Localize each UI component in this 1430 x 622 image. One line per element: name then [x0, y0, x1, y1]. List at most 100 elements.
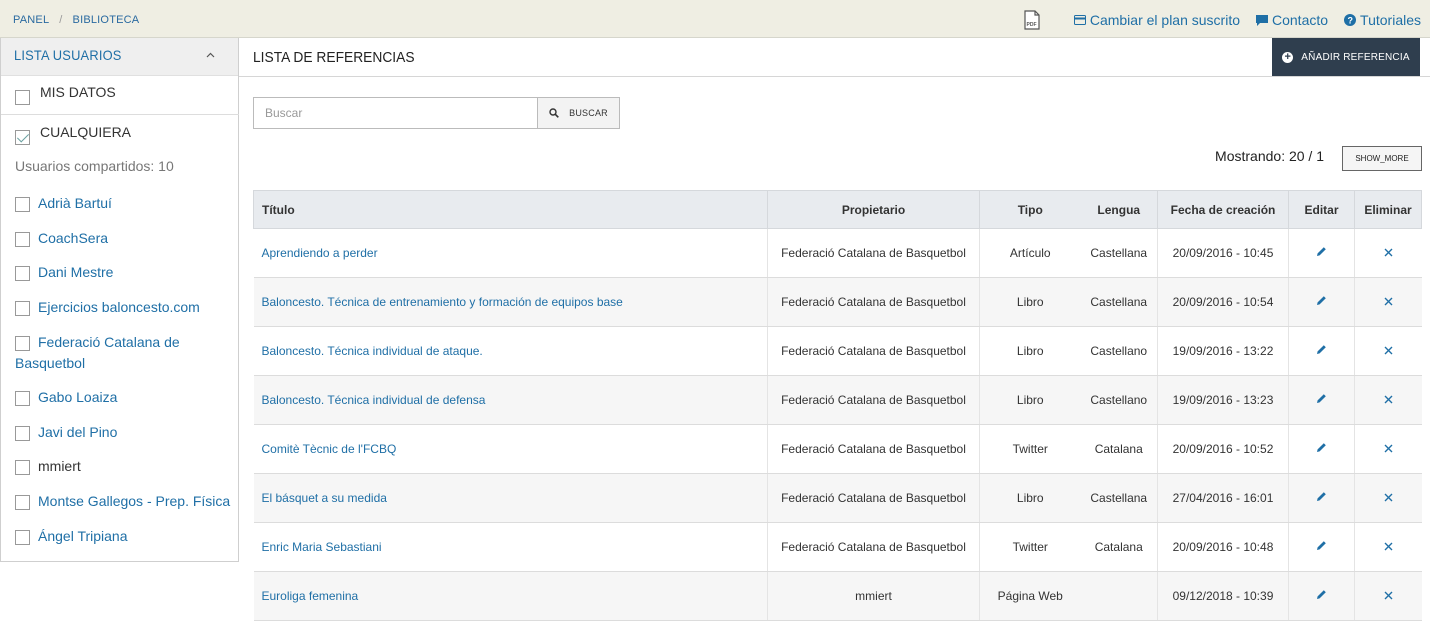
user-checkbox[interactable] [15, 391, 30, 406]
cell-delete [1354, 571, 1422, 621]
sidebar-user-item[interactable]: Dani Mestre [15, 262, 235, 283]
add-reference-button[interactable]: + AÑADIR REFERENCIA [1272, 38, 1420, 76]
table-row: Euroliga femenina mmiert Página Web 09/12/2… [253, 571, 1422, 621]
close-icon[interactable] [1384, 491, 1393, 505]
col-type[interactable]: Tipo [979, 190, 1081, 229]
sidebar-user-item[interactable]: Montse Gallegos - Prep. Física [15, 491, 235, 512]
cell-edit [1288, 424, 1355, 474]
user-checkbox[interactable] [15, 495, 30, 510]
breadcrumb-biblioteca[interactable]: BIBLIOTECA [73, 14, 140, 26]
cell-created: 20/09/2016 - 10:45 [1157, 228, 1289, 278]
cell-edit [1288, 571, 1355, 621]
user-checkbox[interactable] [15, 336, 30, 351]
col-edit: Editar [1288, 190, 1355, 229]
pencil-icon[interactable] [1316, 491, 1327, 505]
cell-title[interactable]: Baloncesto. Técnica de entrenamiento y f… [253, 277, 768, 327]
main-header: LISTA DE REFERENCIAS + AÑADIR REFERENCIA [239, 38, 1430, 77]
cell-edit [1288, 277, 1355, 327]
user-checkbox[interactable] [15, 530, 30, 545]
user-checkbox[interactable] [15, 266, 30, 281]
sidebar-user-item[interactable]: Federació Catalana de Basquetbol [15, 332, 235, 374]
cell-language: Catalana [1080, 424, 1158, 474]
search-button-label: BUSCAR [569, 108, 608, 118]
search-input[interactable] [253, 97, 538, 129]
plus-circle-icon: + [1282, 51, 1294, 63]
cell-created: 19/09/2016 - 13:22 [1157, 326, 1289, 376]
user-checkbox[interactable] [15, 232, 30, 247]
cell-delete [1354, 277, 1422, 327]
col-title[interactable]: Título [253, 190, 768, 229]
my-data-checkbox[interactable] [15, 90, 30, 105]
pencil-icon[interactable] [1316, 295, 1327, 309]
cell-language: Castellano [1080, 375, 1158, 425]
close-icon[interactable] [1384, 295, 1393, 309]
svg-text:PDF: PDF [1026, 22, 1036, 28]
contact-label: Contacto [1272, 12, 1329, 28]
sidebar-user-item[interactable]: Gabo Loaiza [15, 387, 235, 408]
close-icon[interactable] [1384, 589, 1393, 603]
sidebar-user-item[interactable]: Adrià Bartuí [15, 193, 235, 214]
table-row: Baloncesto. Técnica individual de defens… [253, 375, 1422, 425]
sidebar-user-item[interactable]: Javi del Pino [15, 422, 235, 443]
col-owner[interactable]: Propietario [767, 190, 980, 229]
sidebar-header[interactable]: LISTA USUARIOS [1, 38, 238, 76]
tutorials-link[interactable]: ? Tutoriales [1344, 12, 1421, 28]
pdf-file-icon[interactable]: PDF [1024, 9, 1040, 33]
close-icon[interactable] [1384, 442, 1393, 456]
sidebar-user-item[interactable]: Ángel Tripiana [15, 526, 235, 547]
user-checkbox[interactable] [15, 197, 30, 212]
contact-link[interactable]: Contacto [1256, 12, 1328, 28]
cell-delete [1354, 375, 1422, 425]
cell-title[interactable]: Euroliga femenina [253, 571, 768, 621]
cell-title[interactable]: Enric Maria Sebastiani [253, 522, 768, 572]
cell-edit [1288, 326, 1355, 376]
table-row: Aprendiendo a perder Federació Catalana d… [253, 228, 1422, 278]
cell-title[interactable]: Comitè Tècnic de l'FCBQ [253, 424, 768, 474]
sidebar-user-item[interactable]: mmiert [15, 456, 235, 477]
pencil-icon[interactable] [1316, 246, 1327, 260]
col-created[interactable]: Fecha de creación [1157, 190, 1289, 229]
cell-title[interactable]: Baloncesto. Técnica individual de ataque… [253, 326, 768, 376]
cell-edit [1288, 522, 1355, 572]
pencil-icon[interactable] [1316, 344, 1327, 358]
close-icon[interactable] [1384, 540, 1393, 554]
top-bar: PANEL / BIBLIOTECA PDF Cambiar el plan sus… [0, 0, 1430, 38]
user-name: Gabo Loaiza [38, 389, 118, 405]
any-label: CUALQUIERA [40, 124, 132, 140]
pencil-icon[interactable] [1316, 393, 1327, 407]
close-icon[interactable] [1384, 344, 1393, 358]
cell-title[interactable]: Aprendiendo a perder [253, 228, 768, 278]
chevron-up-icon[interactable] [206, 52, 215, 58]
sidebar-user-item[interactable]: CoachSera [15, 228, 235, 249]
table-header-row: Título Propietario Tipo Lengua Fecha de … [253, 190, 1422, 229]
search-button[interactable]: BUSCAR [537, 97, 620, 129]
svg-text:?: ? [1348, 16, 1354, 26]
user-checkbox[interactable] [15, 460, 30, 475]
pencil-icon[interactable] [1316, 540, 1327, 554]
cell-title[interactable]: Baloncesto. Técnica individual de defens… [253, 375, 768, 425]
change-plan-link[interactable]: Cambiar el plan suscrito [1073, 12, 1240, 28]
user-checkbox[interactable] [15, 301, 30, 316]
cell-owner: mmiert [767, 571, 980, 621]
col-language[interactable]: Lengua [1080, 190, 1158, 229]
user-checkbox[interactable] [15, 426, 30, 441]
pencil-icon[interactable] [1316, 589, 1327, 603]
close-icon[interactable] [1384, 246, 1393, 260]
sidebar-user-item[interactable]: Ejercicios baloncesto.com [15, 297, 235, 318]
chat-icon [1256, 14, 1268, 26]
close-icon[interactable] [1384, 393, 1393, 407]
tutorials-label: Tutoriales [1360, 12, 1421, 28]
cell-edit [1288, 228, 1355, 278]
references-table: Título Propietario Tipo Lengua Fecha de … [253, 190, 1422, 621]
cell-owner: Federació Catalana de Basquetbol [767, 424, 980, 474]
show-more-button[interactable]: SHOW_MORE [1342, 146, 1422, 171]
cell-type: Twitter [979, 522, 1081, 572]
any-checkbox[interactable] [15, 130, 30, 145]
cell-title[interactable]: El básquet a su medida [253, 473, 768, 523]
option-my-data[interactable]: MIS DATOS [15, 84, 116, 105]
breadcrumb-panel[interactable]: PANEL [13, 14, 49, 26]
cell-language: Castellana [1080, 277, 1158, 327]
cell-owner: Federació Catalana de Basquetbol [767, 522, 980, 572]
option-any[interactable]: CUALQUIERA [15, 124, 132, 145]
pencil-icon[interactable] [1316, 442, 1327, 456]
